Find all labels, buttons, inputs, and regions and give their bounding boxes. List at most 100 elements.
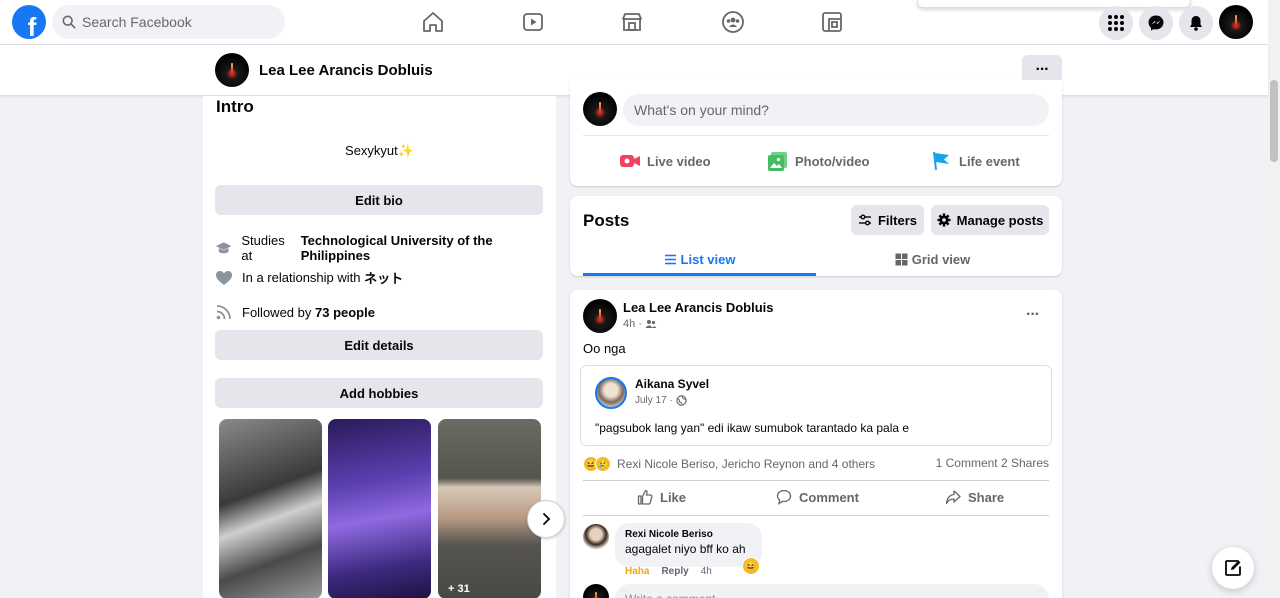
shared-author-name[interactable]: Aikana Syvel	[635, 377, 709, 391]
shared-post[interactable]: Aikana Syvel July 17 · "pagsubok lang ya…	[580, 365, 1052, 446]
messenger-button[interactable]	[1139, 6, 1173, 40]
search-bar[interactable]	[52, 5, 285, 39]
home-icon[interactable]	[421, 10, 445, 34]
facebook-logo[interactable]: f	[12, 5, 46, 39]
search-icon	[62, 15, 76, 29]
comment-bubble: Rexi Nicole Beriso agagalet niyo bff ko …	[615, 523, 762, 567]
followers-count-link[interactable]: 73 people	[315, 305, 375, 320]
post-options-button[interactable]: ···	[1026, 306, 1040, 324]
studies-prefix: Studies at	[241, 233, 285, 263]
comment-haha-reaction-icon[interactable]: 😆	[742, 557, 760, 575]
tab-grid-view[interactable]: Grid view	[816, 244, 1049, 274]
flag-icon	[933, 151, 949, 171]
shared-author-avatar[interactable]	[595, 377, 627, 409]
share-icon	[945, 490, 961, 505]
comment-reply-button[interactable]: Reply	[661, 566, 688, 577]
life-event-label: Life event	[959, 153, 1020, 169]
featured-photo-2[interactable]	[328, 419, 431, 598]
post-text: Oo nga	[583, 341, 626, 356]
edit-details-button[interactable]: Edit details	[215, 330, 543, 360]
followers-row: Followed by 73 people	[215, 303, 375, 321]
post-stats[interactable]: 1 Comment 2 Shares	[936, 456, 1049, 470]
marketplace-icon[interactable]	[620, 10, 644, 34]
edit-bio-button[interactable]: Edit bio	[215, 185, 543, 215]
groups-icon[interactable]	[721, 10, 745, 34]
photos-next-button[interactable]	[527, 500, 565, 538]
post-meta-separator: ·	[638, 318, 642, 330]
post-author-avatar[interactable]	[583, 299, 617, 333]
tab-list-view[interactable]: List view	[583, 244, 816, 274]
post-time[interactable]: 4h	[623, 318, 635, 330]
like-button[interactable]: Like	[637, 489, 686, 505]
studies-school-link[interactable]: Technological University of the Philippi…	[301, 233, 556, 263]
shared-time[interactable]: July 17	[635, 395, 667, 406]
featured-photo-1[interactable]	[219, 419, 322, 598]
rss-icon	[216, 305, 231, 320]
grid-view-label: Grid view	[911, 251, 971, 267]
grid-icon	[895, 253, 908, 265]
heart-icon	[216, 270, 232, 285]
whats-on-your-mind-input[interactable]: What's on your mind?	[623, 94, 1049, 126]
add-hobbies-button[interactable]: Add hobbies	[215, 378, 543, 408]
live-video-icon	[620, 155, 640, 167]
post-divider-bottom	[583, 515, 1049, 516]
shared-post-text: "pagsubok lang yan" edi ikaw sumubok tar…	[595, 421, 910, 435]
photo-video-label: Photo/video	[795, 153, 870, 169]
scrollbar-thumb[interactable]	[1270, 80, 1278, 162]
like-label: Like	[660, 489, 687, 505]
composer-divider	[583, 135, 1049, 136]
shared-meta: July 17 ·	[635, 395, 687, 406]
featured-photo-3[interactable]: + 31	[438, 419, 541, 598]
manage-posts-label: Manage posts	[956, 212, 1044, 228]
sad-reaction-icon: 😢	[595, 456, 611, 472]
list-icon	[664, 254, 676, 264]
post-meta: 4h ·	[623, 318, 657, 330]
watch-icon[interactable]	[521, 10, 545, 34]
menu-grid-button[interactable]	[1099, 6, 1133, 40]
search-input[interactable]	[82, 14, 262, 30]
posts-title: Posts	[583, 211, 630, 230]
commenter-name[interactable]: Rexi Nicole Beriso	[625, 529, 762, 540]
intro-card: Intro Sexykyut✨ Edit bio Studies at Tech…	[203, 96, 565, 598]
profile-avatar[interactable]	[215, 53, 249, 87]
list-view-label: List view	[680, 251, 736, 267]
gaming-icon[interactable]	[820, 10, 844, 34]
notifications-button[interactable]	[1179, 6, 1213, 40]
comment-text: agagalet niyo bff ko ah	[625, 542, 746, 556]
account-avatar[interactable]	[1219, 5, 1253, 39]
post-author-name[interactable]: Lea Lee Arancis Dobluis	[623, 300, 774, 315]
life-event-button[interactable]: Life event	[931, 150, 1020, 172]
intro-title: Intro	[216, 97, 254, 116]
comment-actions: Haha Reply 4h	[625, 566, 712, 577]
comment-haha-button[interactable]: Haha	[625, 566, 649, 577]
profile-name[interactable]: Lea Lee Arancis Dobluis	[259, 62, 433, 79]
more-photos-count: + 31	[448, 583, 470, 595]
composer-avatar[interactable]	[583, 92, 617, 126]
filters-button[interactable]: Filters	[851, 205, 924, 235]
photo-video-icon	[768, 152, 787, 171]
post-composer: What's on your mind? Live video Photo/vi…	[570, 80, 1062, 186]
graduation-cap-icon	[215, 242, 232, 254]
photo-video-button[interactable]: Photo/video	[767, 150, 869, 172]
bio-text: Sexykyut✨	[345, 143, 414, 158]
followed-prefix: Followed by	[242, 304, 312, 320]
share-button[interactable]: Share	[945, 489, 1004, 505]
relationship-prefix: In a relationship with	[242, 270, 361, 285]
live-video-label: Live video	[647, 153, 711, 169]
manage-posts-button[interactable]: Manage posts	[931, 205, 1049, 235]
new-message-button[interactable]	[1212, 547, 1254, 589]
write-comment-avatar[interactable]	[583, 584, 609, 598]
live-video-button[interactable]: Live video	[619, 150, 711, 172]
comment-button[interactable]: Comment	[776, 489, 859, 505]
commenter-avatar[interactable]	[583, 524, 609, 550]
reactions-summary[interactable]: 😆 😢 Rexi Nicole Beriso, Jericho Reynon an…	[583, 456, 875, 472]
friends-audience-icon	[645, 320, 657, 328]
write-comment-input[interactable]: Write a comment...	[615, 584, 1049, 598]
thumbs-up-icon	[637, 489, 653, 505]
compose-icon	[1225, 560, 1241, 576]
top-navigation: f	[0, 0, 1268, 45]
comment-time[interactable]: 4h	[701, 566, 712, 577]
relationship-partner-link[interactable]: ネット	[364, 268, 403, 287]
gear-icon	[937, 213, 951, 227]
sliders-icon	[858, 214, 871, 226]
